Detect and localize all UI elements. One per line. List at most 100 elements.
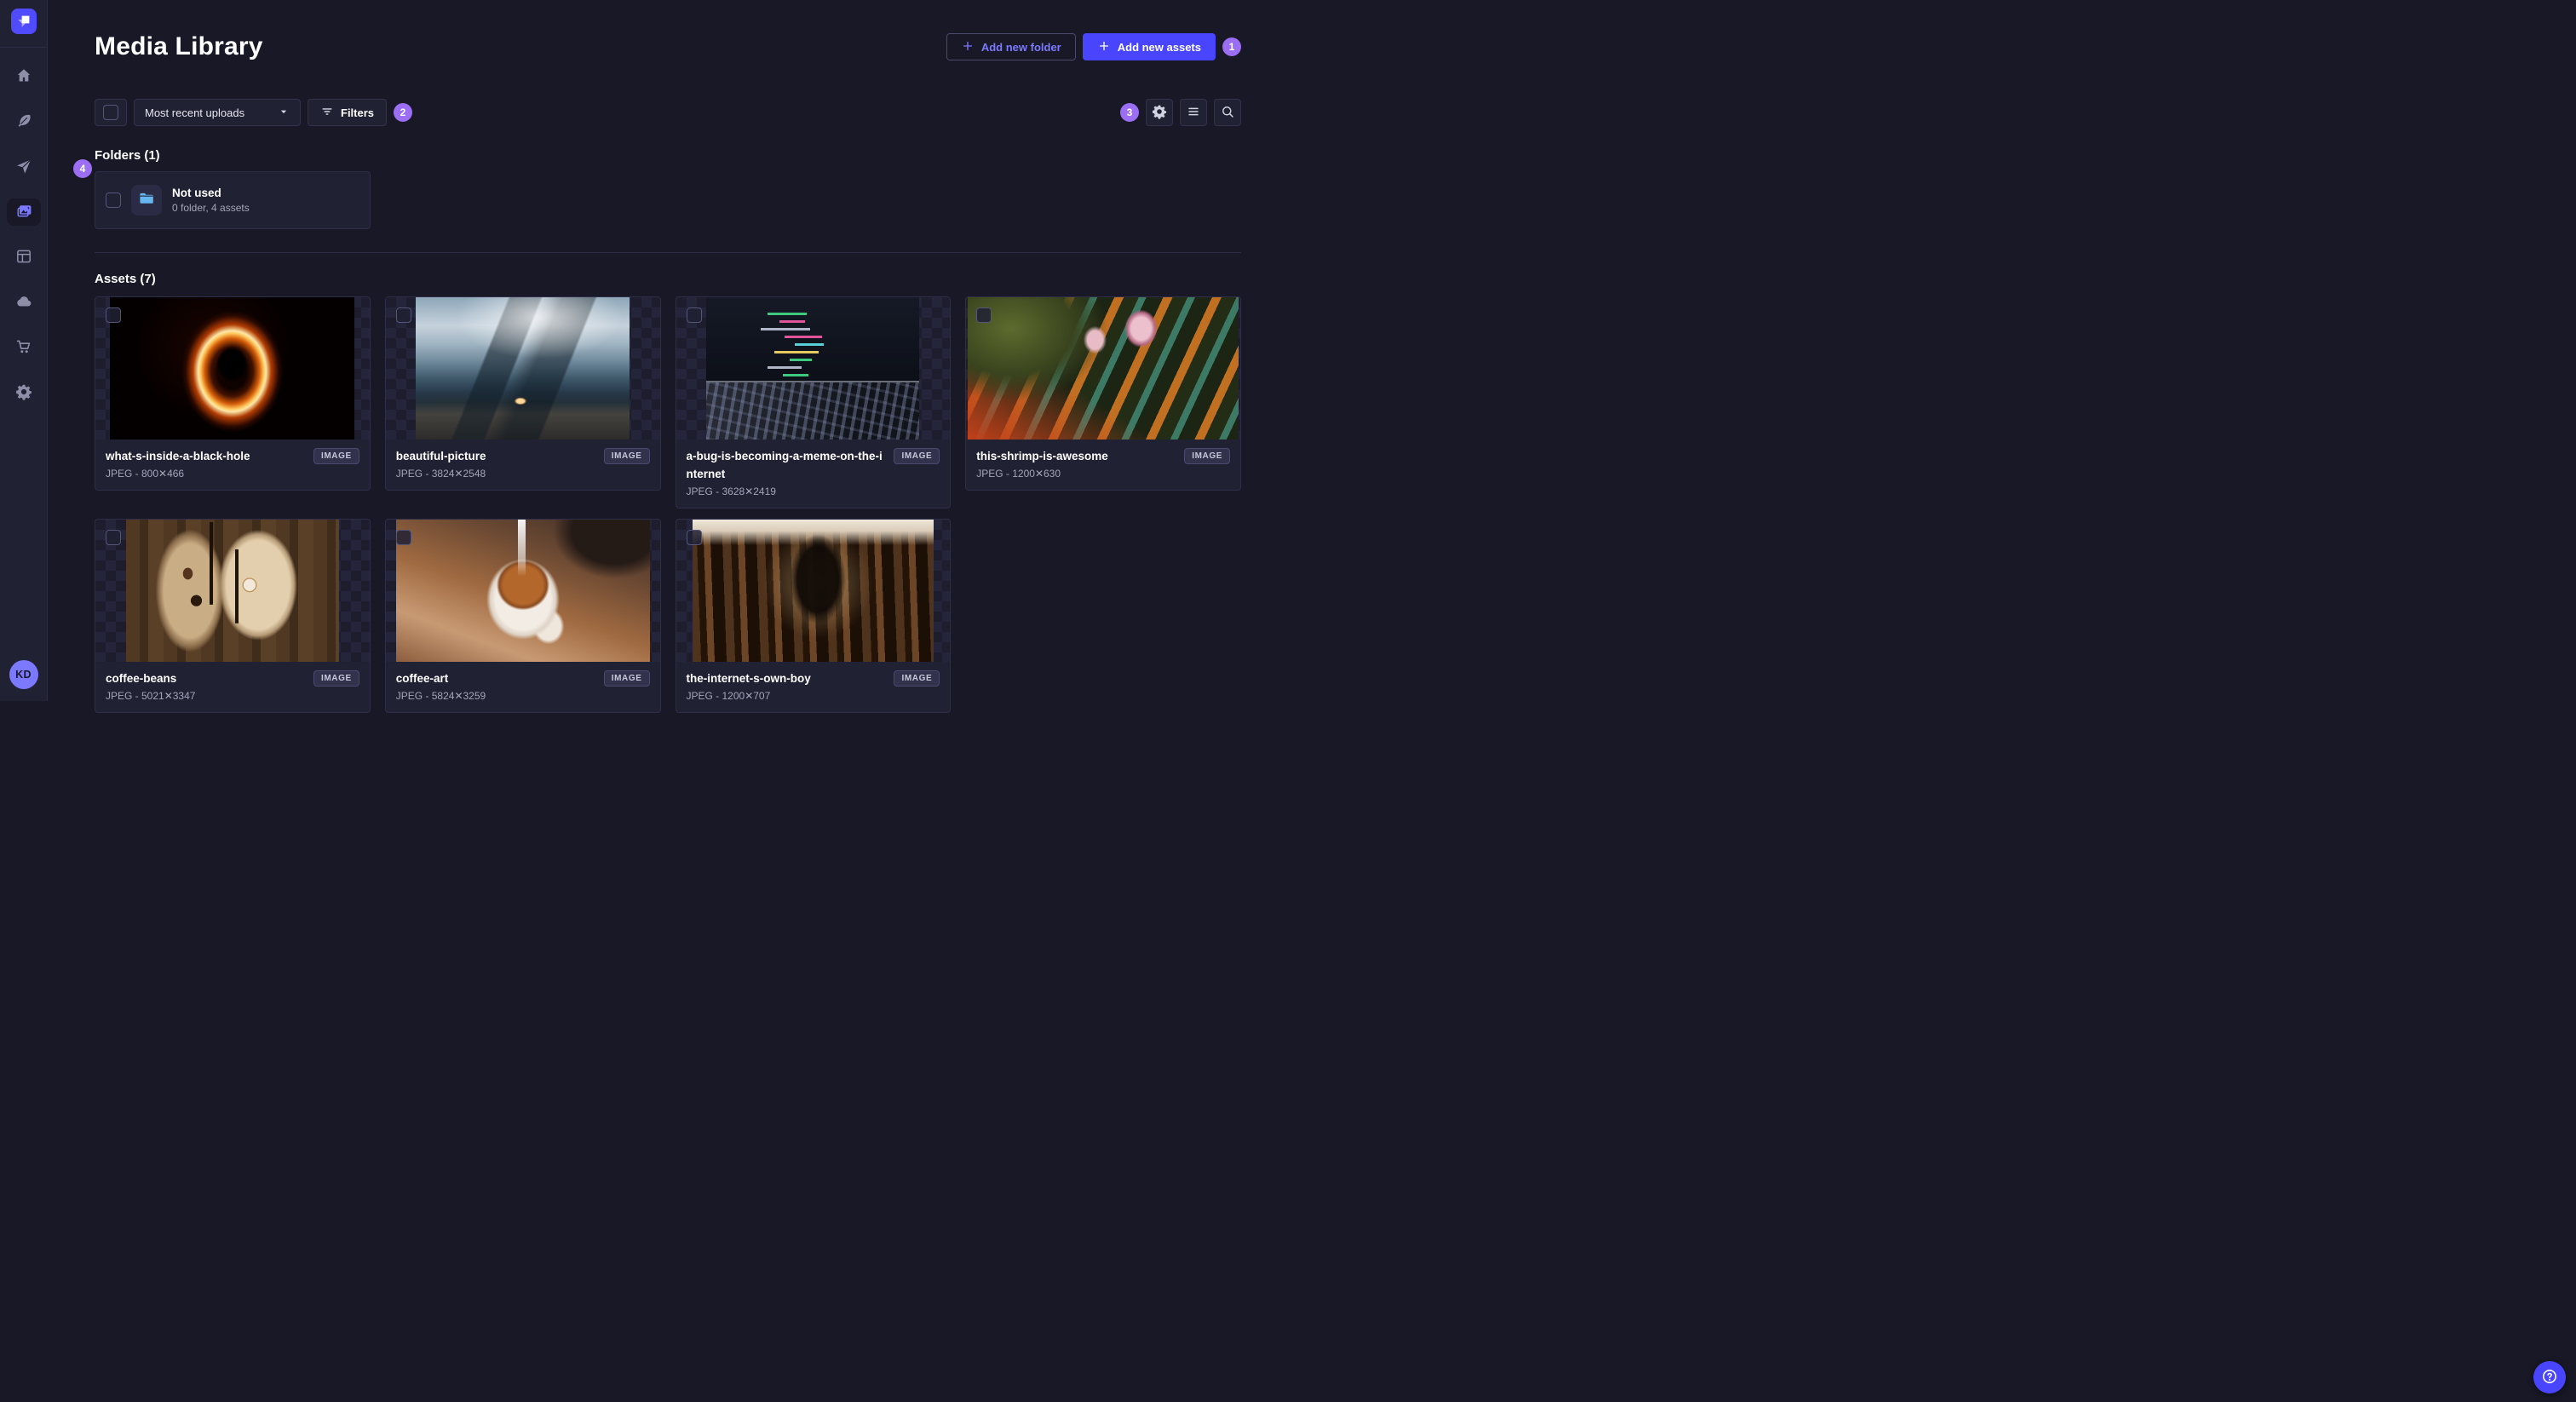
- assets-heading: Assets (7): [95, 272, 156, 286]
- asset-card[interactable]: coffee-art JPEG - 5824✕3259 IMAGE: [384, 518, 661, 713]
- asset-card[interactable]: the-internet-s-own-boy JPEG - 1200✕707 I…: [675, 518, 952, 713]
- folder-checkbox[interactable]: [106, 192, 121, 208]
- gear-icon: [1152, 104, 1167, 122]
- asset-name: a-bug-is-becoming-a-meme-on-the-internet: [686, 450, 883, 480]
- asset-type-badge: IMAGE: [603, 669, 650, 687]
- filters-button[interactable]: Filters: [308, 99, 388, 126]
- shrimp-image: [968, 297, 1239, 440]
- asset-name: this-shrimp-is-awesome: [976, 450, 1108, 463]
- cart-icon: [15, 338, 32, 358]
- add-new-folder-button[interactable]: Add new folder: [946, 33, 1076, 60]
- asset-checkbox[interactable]: [686, 307, 702, 323]
- home-icon: [15, 67, 32, 87]
- asset-checkbox[interactable]: [976, 307, 992, 323]
- grid-settings-button[interactable]: [1146, 99, 1173, 126]
- sidebar-item-marketplace[interactable]: [7, 334, 41, 361]
- sidebar-item-home[interactable]: [7, 63, 41, 90]
- select-all-button[interactable]: [95, 99, 127, 126]
- section-divider: [95, 252, 1241, 253]
- asset-info: beautiful-picture JPEG - 3824✕2548: [396, 448, 486, 480]
- asset-card[interactable]: beautiful-picture JPEG - 3824✕2548 IMAGE: [384, 296, 661, 491]
- sidebar-nav: [6, 63, 41, 406]
- asset-checkbox[interactable]: [106, 529, 121, 545]
- asset-info: a-bug-is-becoming-a-meme-on-the-internet…: [687, 448, 886, 497]
- tour-badge-1[interactable]: 1: [1222, 37, 1241, 56]
- folders-heading: Folders (1): [95, 148, 160, 163]
- list-view-button[interactable]: [1180, 99, 1207, 126]
- asset-checkbox[interactable]: [395, 307, 411, 323]
- asset-meta: JPEG - 3628✕2419: [686, 485, 776, 497]
- sidebar-item-media-library[interactable]: [6, 198, 41, 226]
- asset-checkbox[interactable]: [686, 529, 702, 545]
- coffee-beans-image: [125, 519, 339, 662]
- sidebar-item-deploy[interactable]: [7, 289, 41, 316]
- main-content: Media Library Add new folder Add new ass…: [48, 0, 1288, 713]
- folder-card[interactable]: Not used 0 folder, 4 assets: [95, 171, 371, 229]
- laptop-code-image: [706, 297, 920, 440]
- asset-type-badge: IMAGE: [894, 669, 940, 687]
- avatar-initials: KD: [15, 669, 32, 681]
- asset-type-badge: IMAGE: [894, 448, 940, 464]
- mountains-image: [416, 297, 630, 440]
- images-icon: [15, 203, 32, 222]
- asset-type-badge: IMAGE: [313, 669, 359, 687]
- workspace-logo-button[interactable]: [0, 0, 47, 48]
- asset-card-footer: what-s-inside-a-black-hole JPEG - 800✕46…: [95, 440, 370, 490]
- asset-checkbox[interactable]: [106, 307, 121, 323]
- asset-card-footer: coffee-beans JPEG - 5021✕3347 IMAGE: [95, 662, 370, 712]
- assets-grid: what-s-inside-a-black-hole JPEG - 800✕46…: [95, 296, 1241, 713]
- asset-card[interactable]: what-s-inside-a-black-hole JPEG - 800✕46…: [95, 296, 371, 491]
- asset-thumbnail: [95, 297, 370, 440]
- folders-section: 4 Folders (1) Not used 0 folder, 4 asset…: [73, 148, 1241, 229]
- asset-card[interactable]: a-bug-is-becoming-a-meme-on-the-internet…: [675, 296, 952, 509]
- cloud-icon: [15, 293, 32, 313]
- plus-icon: [961, 39, 975, 55]
- sidebar-item-content-type-builder[interactable]: [7, 244, 41, 271]
- sort-dropdown[interactable]: Most recent uploads: [134, 99, 301, 126]
- assets-toolbar: Most recent uploads Filters 2 3: [95, 99, 1241, 126]
- layout-icon: [15, 248, 32, 267]
- gear-icon: [15, 383, 32, 403]
- asset-info: coffee-beans JPEG - 5021✕3347: [106, 670, 195, 702]
- asset-type-badge: IMAGE: [313, 448, 359, 464]
- help-button[interactable]: [2533, 1361, 2566, 1393]
- asset-thumbnail: [676, 297, 951, 440]
- folder-meta: 0 folder, 4 assets: [172, 202, 250, 214]
- search-icon: [1220, 104, 1235, 122]
- search-button[interactable]: [1214, 99, 1241, 126]
- add-new-assets-button[interactable]: Add new assets: [1082, 33, 1216, 60]
- asset-card-footer: beautiful-picture JPEG - 3824✕2548 IMAGE: [386, 440, 660, 490]
- question-icon: [2541, 1368, 2558, 1388]
- paper-plane-icon: [15, 158, 32, 177]
- plus-icon: [1097, 39, 1111, 55]
- asset-type-badge: IMAGE: [603, 448, 650, 464]
- asset-card-footer: this-shrimp-is-awesome JPEG - 1200✕630 I…: [966, 440, 1240, 490]
- folder-icon: [138, 190, 155, 211]
- tour-badge-3[interactable]: 3: [1120, 103, 1139, 122]
- latte-art-image: [395, 519, 650, 662]
- select-all-checkbox: [103, 105, 118, 120]
- sidebar-item-releases[interactable]: [7, 153, 41, 181]
- asset-card[interactable]: coffee-beans JPEG - 5021✕3347 IMAGE: [95, 518, 371, 713]
- asset-name: what-s-inside-a-black-hole: [106, 450, 250, 463]
- asset-name: coffee-beans: [106, 671, 177, 685]
- list-icon: [1186, 104, 1201, 122]
- asset-checkbox[interactable]: [395, 529, 411, 545]
- user-avatar[interactable]: KD: [9, 660, 38, 689]
- filter-icon: [320, 105, 334, 121]
- page-title: Media Library: [95, 32, 263, 60]
- asset-meta: JPEG - 3824✕2548: [395, 467, 486, 480]
- asset-info: coffee-art JPEG - 5824✕3259: [396, 670, 486, 702]
- sidebar-item-settings[interactable]: [7, 379, 41, 406]
- asset-card-footer: the-internet-s-own-boy JPEG - 1200✕707 I…: [676, 662, 951, 712]
- asset-thumbnail: [385, 297, 660, 440]
- folder-info: Not used 0 folder, 4 assets: [172, 187, 250, 214]
- tour-badge-2[interactable]: 2: [394, 103, 413, 122]
- tour-badge-4[interactable]: 4: [73, 159, 92, 178]
- asset-info: the-internet-s-own-boy JPEG - 1200✕707: [687, 670, 811, 702]
- asset-thumbnail: [95, 519, 370, 662]
- sidebar-item-content-manager[interactable]: [7, 108, 41, 135]
- header-actions: Add new folder Add new assets 1: [946, 33, 1241, 60]
- asset-card[interactable]: this-shrimp-is-awesome JPEG - 1200✕630 I…: [965, 296, 1241, 491]
- asset-meta: JPEG - 800✕466: [106, 467, 185, 480]
